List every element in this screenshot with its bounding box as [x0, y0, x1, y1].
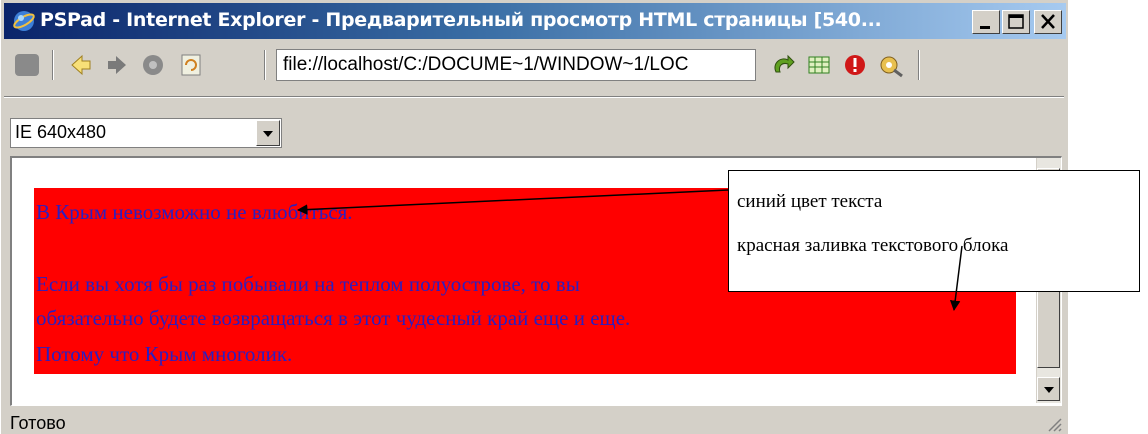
arrow-to-block [949, 245, 963, 312]
annotation-arrows [296, 189, 963, 312]
arrow-to-text [296, 189, 729, 215]
